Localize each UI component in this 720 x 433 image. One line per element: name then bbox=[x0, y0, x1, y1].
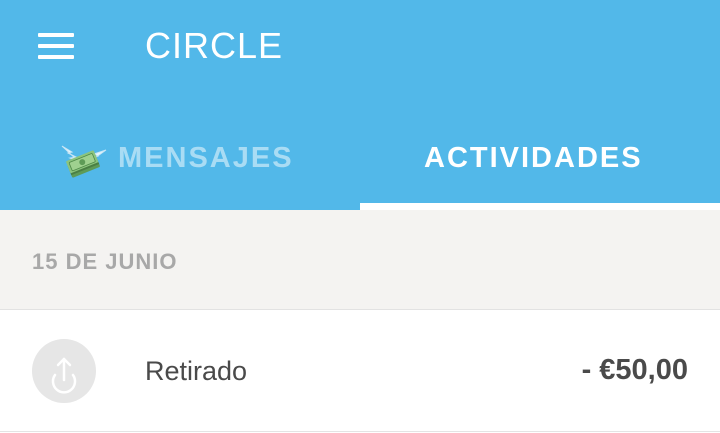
tab-mensajes[interactable]: MENSAJES bbox=[0, 110, 360, 210]
date-section-header: 15 DE JUNIO bbox=[0, 210, 720, 310]
tab-actividades[interactable]: ACTIVIDADES bbox=[360, 110, 720, 210]
active-tab-indicator bbox=[360, 203, 720, 210]
tab-mensajes-label: MENSAJES bbox=[118, 142, 294, 174]
activity-row[interactable]: Retirado - €50,00 bbox=[0, 310, 720, 432]
activity-amount: - €50,00 bbox=[581, 354, 688, 386]
activity-label: Retirado bbox=[145, 356, 248, 386]
upload-arrow-icon bbox=[32, 339, 96, 403]
tab-bar: MENSAJES ACTIVIDADES bbox=[0, 110, 720, 210]
app-bar: CIRCLE MENSAJES ACTIVIDADES bbox=[0, 0, 720, 210]
app-title: CIRCLE bbox=[145, 25, 284, 66]
date-header-label: 15 DE JUNIO bbox=[32, 249, 178, 274]
tab-actividades-label: ACTIVIDADES bbox=[424, 142, 643, 174]
menu-button[interactable] bbox=[38, 33, 74, 59]
flying-money-icon bbox=[58, 140, 108, 180]
